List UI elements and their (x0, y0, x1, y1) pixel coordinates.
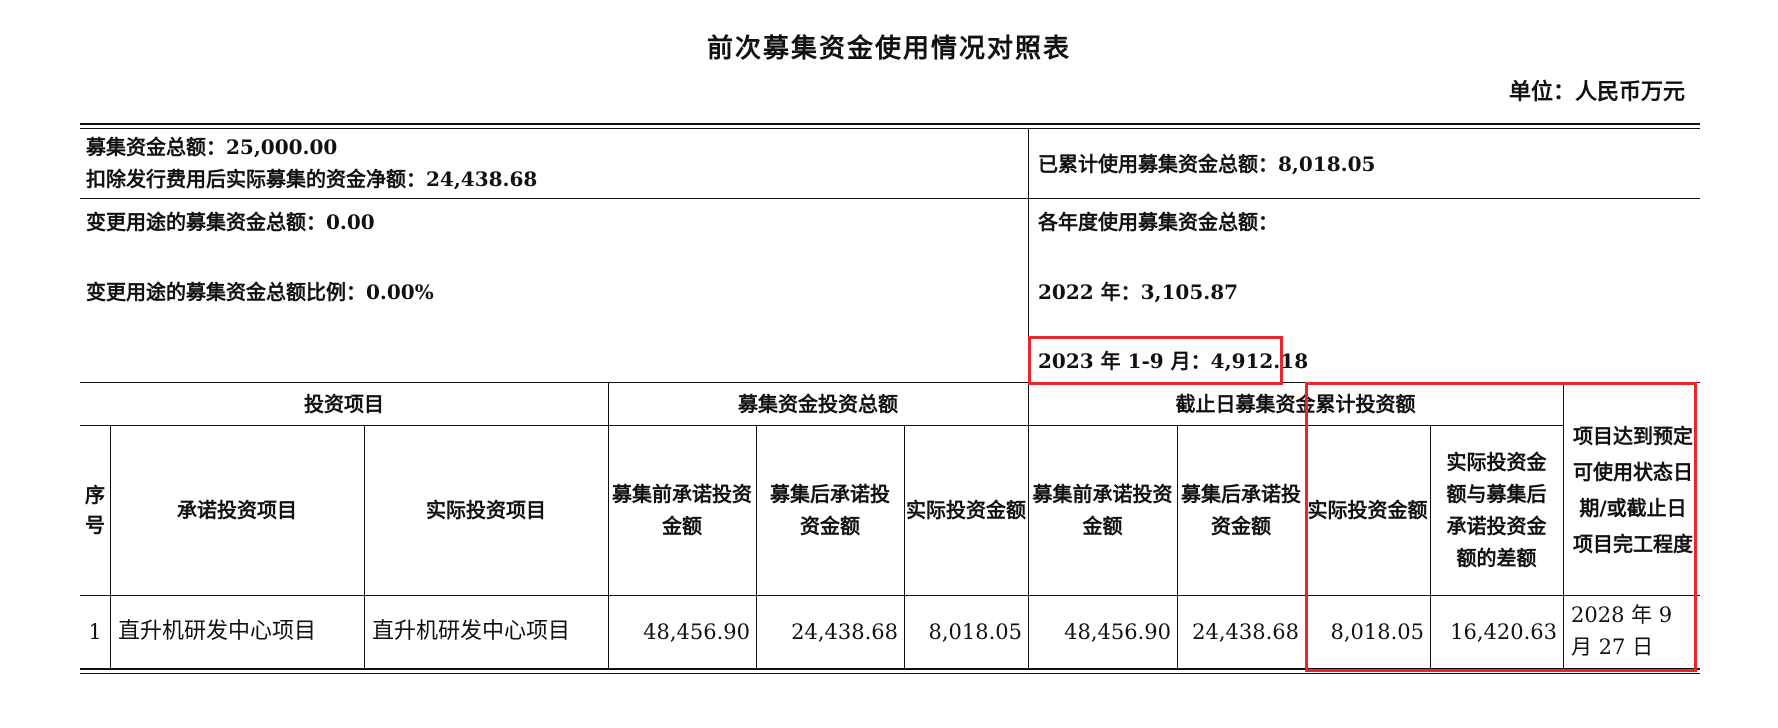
unit-label: 单位：人民币万元 (1508, 79, 1685, 105)
changed-ratio: 变更用途的募集资金总额比例：0.00% (86, 280, 434, 304)
table-cell-committed-project: 直升机研发中心项目 (118, 618, 317, 644)
yearly-heading: 各年度使用募集资金总额： (1038, 210, 1278, 234)
cumulative-used: 已累计使用募集资金总额：8,018.05 (1038, 152, 1376, 176)
changed-total: 变更用途的募集资金总额：0.00 (86, 210, 375, 234)
table-cell-actual-amount: 8,018.05 (928, 619, 1022, 644)
header-actual-amount: 实际投资金额 (906, 498, 1026, 522)
bottom-double-rule-2 (80, 673, 1700, 674)
table-cell-post-commit: 24,438.68 (791, 619, 898, 644)
header-actual-project: 实际投资项目 (426, 498, 546, 522)
table-cell-cum-post-commit: 24,438.68 (1192, 619, 1299, 644)
table-cell-cum-pre-commit: 48,456.90 (1064, 619, 1171, 644)
top-double-rule-2 (80, 128, 1700, 129)
header-total-investment: 募集资金投资总额 (738, 391, 898, 416)
year-2022-usage: 2022 年：3,105.87 (1038, 280, 1239, 304)
page-title: 前次募集资金使用情况对照表 (706, 34, 1071, 64)
table-cell-pre-commit: 48,456.90 (643, 619, 750, 644)
highlight-box-2023-usage (1028, 336, 1283, 385)
net-raised: 扣除发行费用后实际募集的资金净额：24,438.68 (86, 167, 538, 191)
total-raised: 募集资金总额：25,000.00 (86, 135, 338, 159)
header-post-commit: 募集后承诺投资金额 (770, 482, 890, 538)
header-cum-pre-commit: 募集前承诺投资金额 (1032, 482, 1173, 538)
header-seq: 序号 (85, 483, 105, 537)
highlight-box-cumulative-columns (1305, 382, 1697, 672)
header-committed-project: 承诺投资项目 (177, 498, 297, 522)
top-double-rule-1 (80, 123, 1700, 125)
header-investment-project: 投资项目 (304, 391, 384, 416)
header-cum-post-commit: 募集后承诺投资金额 (1181, 482, 1301, 538)
table-cell-actual-project: 直升机研发中心项目 (372, 618, 571, 644)
rule-summary-1 (80, 198, 1700, 199)
table-cell-seq: 1 (88, 619, 102, 644)
header-pre-commit: 募集前承诺投资金额 (612, 482, 752, 538)
comparison-table: 募集资金总额：25,000.00 扣除发行费用后实际募集的资金净额：24,438… (80, 123, 1700, 675)
